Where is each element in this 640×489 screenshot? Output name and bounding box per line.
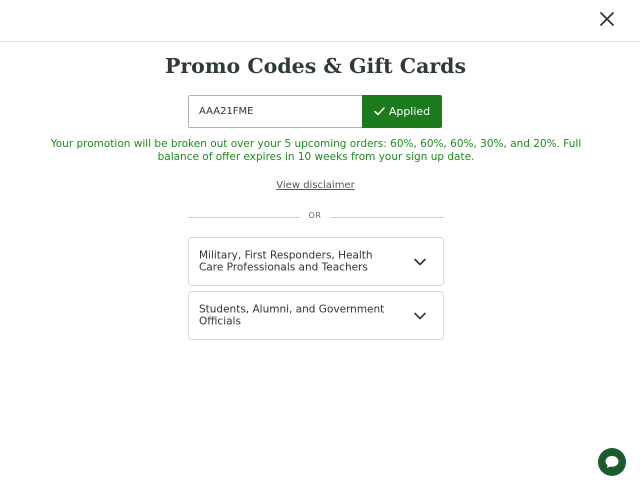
- promotion-message: Your promotion will be broken out over y…: [50, 138, 582, 163]
- applied-button[interactable]: Applied: [362, 95, 442, 128]
- divider-line-left: [188, 217, 300, 218]
- accordion-military-first-responders[interactable]: Military, First Responders, Health Care …: [188, 237, 444, 286]
- close-icon: [600, 12, 614, 26]
- promo-code-input[interactable]: [188, 95, 363, 128]
- divider-or-text: OR: [308, 211, 322, 220]
- chat-bubble-icon: [605, 456, 619, 468]
- accordion-students-alumni-government[interactable]: Students, Alumni, and Government Officia…: [188, 291, 444, 340]
- close-button[interactable]: [597, 9, 617, 29]
- checkmark-icon: [374, 107, 385, 116]
- divider-line-right: [330, 217, 444, 218]
- modal-title: Promo Codes & Gift Cards: [164, 54, 467, 78]
- accordion-label: Military, First Responders, Health Care …: [199, 249, 373, 274]
- chevron-down-icon: [414, 312, 426, 320]
- applied-label: Applied: [388, 105, 431, 118]
- modal-header: [0, 0, 640, 42]
- chat-button[interactable]: [598, 448, 626, 476]
- accordion-label: Students, Alumni, and Government Officia…: [199, 303, 385, 328]
- view-disclaimer-link[interactable]: View disclaimer: [0, 180, 631, 191]
- chevron-down-icon: [414, 258, 426, 266]
